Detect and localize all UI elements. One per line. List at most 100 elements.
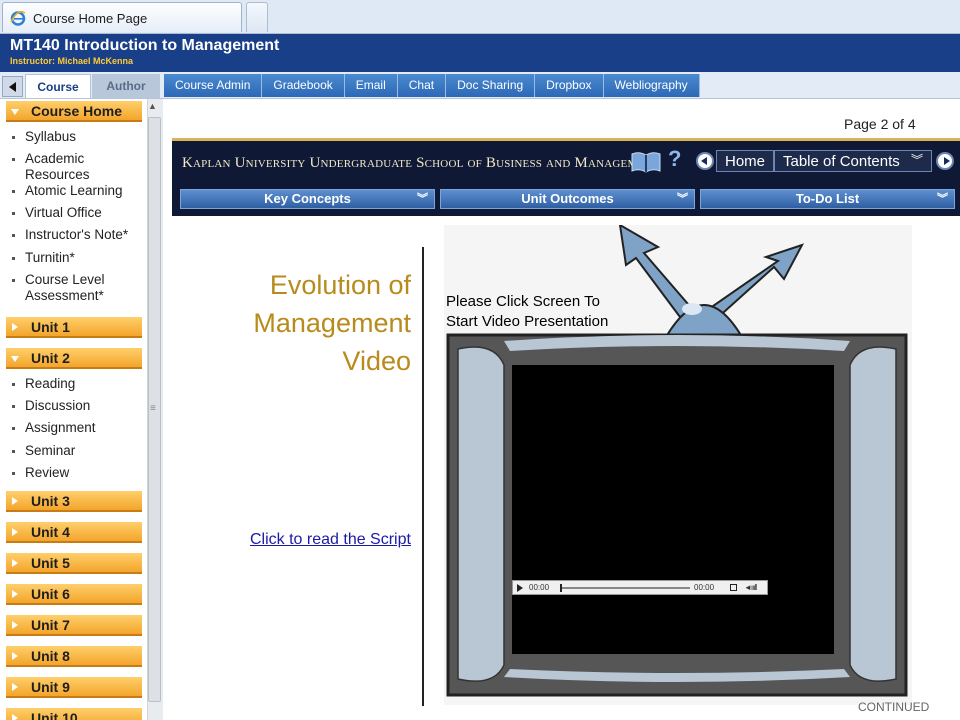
tool-course-admin[interactable]: Course Admin <box>164 74 263 97</box>
elapsed-time: 00:00 <box>529 583 550 592</box>
sidebar-item-discussion[interactable]: Discussion <box>12 398 140 414</box>
seek-track[interactable] <box>560 587 690 589</box>
sidebar-item-syllabus[interactable]: Syllabus <box>12 129 140 145</box>
browser-tab-title: Course Home Page <box>33 11 148 26</box>
todo-list-dropdown[interactable]: To-Do List ︾ <box>700 189 955 209</box>
sidebar-unit-10[interactable]: Unit 10 <box>6 708 142 720</box>
bullet-icon <box>12 279 15 282</box>
bullet-icon <box>12 257 15 260</box>
bullet-icon <box>12 190 15 193</box>
sidebar-item-seminar[interactable]: Seminar <box>12 443 140 459</box>
sidebar-item-virtual-office[interactable]: Virtual Office <box>12 205 140 221</box>
dropdown-label: To-Do List <box>795 191 860 206</box>
seek-handle[interactable] <box>560 584 562 592</box>
sidebar-unit-1[interactable]: Unit 1 <box>6 317 142 338</box>
sidebar-unit-7[interactable]: Unit 7 <box>6 615 142 636</box>
read-script-link[interactable]: Click to read the Script <box>250 531 411 549</box>
dropdown-label: Unit Outcomes <box>521 191 614 206</box>
expanded-arrow-icon <box>11 356 19 362</box>
sidebar-unit-5[interactable]: Unit 5 <box>6 553 142 574</box>
chevron-down-icon: ︾ <box>677 193 688 205</box>
ie-icon <box>10 10 26 26</box>
bullet-icon <box>12 383 15 386</box>
collapsed-arrow-icon <box>12 528 18 536</box>
expanded-arrow-icon <box>11 109 19 115</box>
sidebar-item-reading[interactable]: Reading <box>12 376 140 392</box>
course-title: MT140 Introduction to Management <box>10 37 280 54</box>
tool-email[interactable]: Email <box>344 74 398 97</box>
ku-banner-title: Kaplan University Undergraduate School o… <box>182 155 660 171</box>
book-icon[interactable] <box>630 150 662 174</box>
tool-gradebook[interactable]: Gradebook <box>262 74 345 97</box>
sidebar-unit-3[interactable]: Unit 3 <box>6 491 142 512</box>
sidebar-item-instructors-note[interactable]: Instructor's Note* <box>12 227 140 243</box>
video-title-line: Video <box>342 346 411 376</box>
scroll-up-icon[interactable]: ▲ <box>148 101 157 111</box>
collapsed-arrow-icon <box>12 323 18 331</box>
bullet-icon <box>12 450 15 453</box>
sidebar-item-course-level-assessment[interactable]: Course Level Assessment* <box>12 272 140 304</box>
tool-webliography[interactable]: Webliography <box>603 74 700 97</box>
sidebar-item-assignment[interactable]: Assignment <box>12 420 140 436</box>
bullet-icon <box>12 234 15 237</box>
nav-back-icon[interactable] <box>696 152 714 170</box>
sidebar-section-label: Course Home <box>31 103 123 119</box>
click-instruction-line: Start Video Presentation <box>446 313 609 330</box>
dropdown-label: Key Concepts <box>264 191 351 206</box>
bullet-icon <box>12 158 15 161</box>
instructor-name: Instructor: Michael McKenna <box>10 56 134 66</box>
tab-course[interactable]: Course <box>25 74 91 98</box>
tool-dropbox[interactable]: Dropbox <box>535 74 604 97</box>
play-icon[interactable] <box>517 584 523 592</box>
sidebar-item-review[interactable]: Review <box>12 465 140 481</box>
sidebar-item-turnitin[interactable]: Turnitin* <box>12 250 140 266</box>
volume-icon[interactable]: ◄ıııll <box>744 583 757 592</box>
chevron-down-icon: ︾ <box>910 153 923 167</box>
tab-author[interactable]: Author <box>92 74 160 98</box>
sidebar-unit-4[interactable]: Unit 4 <box>6 522 142 543</box>
bullet-icon <box>12 136 15 139</box>
chevron-down-icon: ︾ <box>417 193 428 205</box>
nav-fwd-icon[interactable] <box>936 152 954 170</box>
course-sidebar: Course Home Syllabus Academic Resources … <box>0 99 147 720</box>
toc-button[interactable]: Table of Contents ︾ <box>774 150 932 172</box>
home-button[interactable]: Home <box>716 150 775 172</box>
toc-label: Table of Contents <box>783 153 900 170</box>
help-icon[interactable]: ? <box>668 146 681 172</box>
continued-label: CONTINUED <box>858 700 930 714</box>
video-screen[interactable] <box>512 365 834 654</box>
collapse-sidebar-button[interactable] <box>2 76 23 97</box>
sidebar-unit-6[interactable]: Unit 6 <box>6 584 142 605</box>
tool-chat[interactable]: Chat <box>397 74 447 97</box>
sidebar-unit-2[interactable]: Unit 2 <box>6 348 142 369</box>
page-indicator: Page 2 of 4 <box>844 116 916 132</box>
collapsed-arrow-icon <box>12 621 18 629</box>
unit-outcomes-dropdown[interactable]: Unit Outcomes ︾ <box>440 189 695 209</box>
browser-tab[interactable]: Course Home Page <box>2 2 242 32</box>
duration-time: 00:00 <box>694 583 715 592</box>
sidebar-unit-8[interactable]: Unit 8 <box>6 646 142 667</box>
sidebar-course-home[interactable]: Course Home <box>6 101 142 122</box>
sidebar-item-atomic-learning[interactable]: Atomic Learning <box>12 183 140 199</box>
video-title: Evolution of Management Video <box>230 266 411 380</box>
video-player-controls: 00:00 00:00 ◄ıııll <box>512 580 768 595</box>
bullet-icon <box>12 405 15 408</box>
collapsed-arrow-icon <box>12 497 18 505</box>
key-concepts-dropdown[interactable]: Key Concepts ︾ <box>180 189 435 209</box>
collapsed-arrow-icon <box>12 683 18 691</box>
video-title-line: Evolution of <box>269 270 411 300</box>
new-tab-button[interactable] <box>246 2 268 32</box>
collapse-left-icon <box>9 82 16 92</box>
bullet-icon <box>12 472 15 475</box>
bullet-icon <box>12 427 15 430</box>
collapsed-arrow-icon <box>12 652 18 660</box>
sidebar-item-academic-resources[interactable]: Academic Resources <box>12 151 140 183</box>
tool-doc-sharing[interactable]: Doc Sharing <box>446 74 536 97</box>
video-title-line: Management <box>253 308 411 338</box>
collapsed-arrow-icon <box>12 590 18 598</box>
fullscreen-icon[interactable] <box>730 584 737 591</box>
sidebar-unit-9[interactable]: Unit 9 <box>6 677 142 698</box>
chevron-down-icon: ︾ <box>937 193 948 205</box>
bullet-icon <box>12 212 15 215</box>
tool-menu: Course Admin Gradebook Email Chat Doc Sh… <box>164 74 700 97</box>
